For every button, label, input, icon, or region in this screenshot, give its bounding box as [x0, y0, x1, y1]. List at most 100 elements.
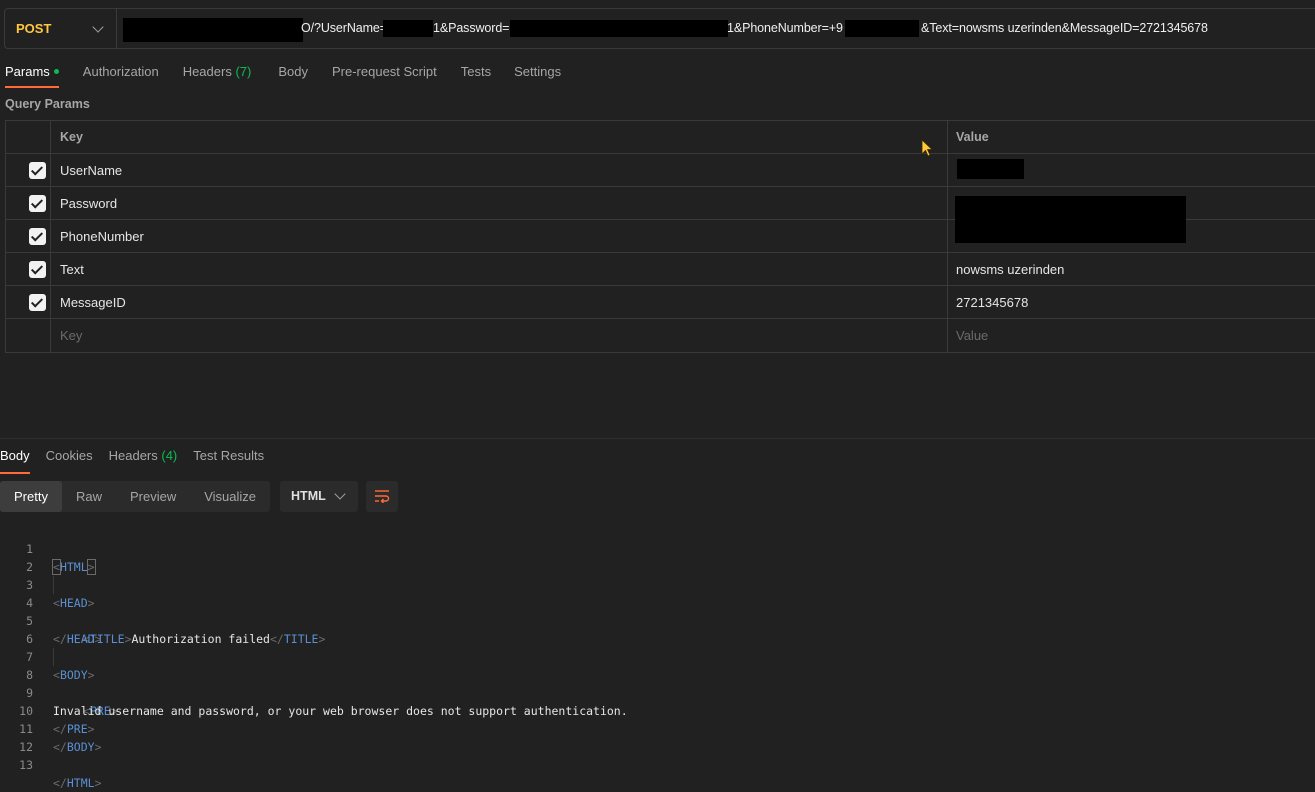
param-checkbox[interactable] [28, 293, 46, 311]
code-line: 13 </HTML> [0, 738, 101, 790]
view-preview-button[interactable]: Preview [116, 481, 190, 512]
table-row-empty: Key Value [6, 319, 1315, 352]
tab-label: Test Results [193, 448, 265, 463]
method-label: POST [16, 21, 52, 36]
view-mode-group: Pretty Raw Preview Visualize [0, 480, 271, 512]
url-fragment: 1&PhoneNumber=+9 [727, 21, 843, 35]
tab-response-body[interactable]: Body [0, 448, 30, 474]
tab-authorization[interactable]: Authorization [83, 60, 159, 88]
param-key[interactable]: PhoneNumber [51, 220, 948, 252]
view-visualize-button[interactable]: Visualize [190, 481, 270, 512]
redacted-block [383, 20, 433, 37]
indent-guide [53, 576, 54, 594]
code-line: 12 [0, 720, 33, 754]
tab-label: Headers [182, 64, 232, 79]
code-line: 5 </HEAD> [0, 594, 101, 646]
tab-params[interactable]: Params [5, 60, 59, 88]
tab-headers[interactable]: Headers (7) [183, 60, 252, 88]
url-input[interactable]: O/?UserName= 1&Password= 1&PhoneNumber=+… [117, 9, 1315, 48]
table-row: Password [6, 187, 1315, 243]
redacted-block [845, 20, 919, 37]
indent-guide [53, 648, 54, 666]
url-fragment: O/?UserName= [301, 21, 387, 35]
param-checkbox[interactable] [28, 194, 46, 212]
url-fragment: 1&Password= [433, 21, 510, 35]
view-raw-button[interactable]: Raw [62, 481, 116, 512]
tab-settings[interactable]: Settings [514, 60, 561, 88]
method-selector[interactable]: POST [5, 9, 117, 48]
response-tabs: Body Cookies Headers (4) Test Results [0, 448, 264, 474]
param-key[interactable]: Text [51, 253, 948, 285]
tab-label: Tests [460, 64, 492, 79]
tab-label: Params [5, 64, 50, 79]
table-row: UserName [6, 154, 1315, 187]
wrap-lines-button[interactable] [366, 480, 399, 512]
check-cell [6, 319, 51, 352]
tab-label: Authorization [82, 64, 159, 79]
key-header: Key [51, 121, 948, 153]
code-content: </BODY> [53, 740, 102, 754]
new-value-input[interactable]: Value [948, 319, 1315, 352]
param-value[interactable]: nowsms uzerinden [948, 253, 1315, 285]
table-row: Text nowsms uzerinden [6, 253, 1315, 286]
param-value[interactable] [948, 187, 1315, 243]
new-key-input[interactable]: Key [51, 319, 948, 352]
param-value[interactable]: 2721345678 [948, 286, 1315, 318]
param-key[interactable]: MessageID [51, 286, 948, 318]
tab-test-results[interactable]: Test Results [193, 448, 264, 474]
redacted-block [955, 196, 1186, 243]
tab-label: Body [278, 64, 308, 79]
param-checkbox[interactable] [28, 260, 46, 278]
code-line: 7 <BODY> [0, 630, 95, 682]
tab-label: Headers [108, 448, 158, 463]
tab-count: (7) [235, 64, 252, 79]
code-content: </HEAD> [53, 632, 102, 646]
code-line: 6 [0, 612, 33, 646]
tab-pre-request-script[interactable]: Pre-request Script [332, 60, 437, 88]
wrap-lines-icon [375, 490, 390, 503]
tab-tests[interactable]: Tests [461, 60, 491, 88]
code-line: 4 <TITLE>Authorization failed</TITLE> [0, 576, 325, 646]
param-checkbox[interactable] [28, 227, 46, 245]
tab-response-headers[interactable]: Headers (4) [109, 448, 178, 474]
view-pretty-button[interactable]: Pretty [0, 480, 62, 512]
tab-count: (4) [161, 448, 178, 463]
response-code-viewer[interactable]: 1 <HTML> 2 3 <HEAD> 4 <TITLE>Authorizati… [0, 522, 628, 790]
tab-cookies[interactable]: Cookies [46, 448, 93, 474]
check-cell [6, 286, 51, 318]
code-line: 11 </BODY> [0, 702, 101, 754]
param-value[interactable] [948, 154, 1315, 186]
chevron-down-icon [334, 488, 346, 500]
value-header: Value [956, 130, 989, 144]
tab-body[interactable]: Body [278, 60, 308, 88]
check-cell [6, 154, 51, 186]
param-key[interactable]: Password [51, 187, 948, 219]
code-content: <HEAD> [53, 596, 95, 610]
response-view-bar: Pretty Raw Preview Visualize HTML [0, 480, 399, 512]
code-line: 8 <PRE> [0, 648, 118, 718]
redacted-block [510, 20, 728, 37]
check-cell [6, 187, 51, 219]
query-params-title: Query Params [5, 97, 90, 111]
code-line: 10 </PRE> [0, 684, 94, 736]
param-checkbox[interactable] [28, 161, 46, 179]
tab-label: Body [0, 448, 30, 463]
code-content: </HTML> [53, 776, 102, 790]
tab-label: Cookies [45, 448, 93, 463]
table-row: MessageID 2721345678 [6, 286, 1315, 319]
tab-label: Pre-request Script [331, 64, 437, 79]
url-fragment: &Text=nowsms uzerinden&MessageID=2721345… [921, 21, 1208, 35]
redacted-block [957, 159, 1024, 179]
code-line: 3 <HEAD> [0, 558, 95, 610]
table-header: Key Value [6, 121, 1315, 154]
format-selector[interactable]: HTML [280, 480, 359, 512]
params-active-dot [53, 69, 59, 75]
check-cell [6, 220, 51, 252]
response-divider [0, 438, 1315, 439]
code-line: 1 <HTML> [0, 522, 96, 575]
code-content: Invalid username and password, or your w… [53, 704, 628, 718]
mouse-cursor-icon [921, 139, 934, 157]
param-key[interactable]: UserName [51, 154, 948, 186]
query-params-table: Key Value UserName Password PhoneNumber … [5, 120, 1315, 353]
code-line: 2 [0, 540, 33, 574]
